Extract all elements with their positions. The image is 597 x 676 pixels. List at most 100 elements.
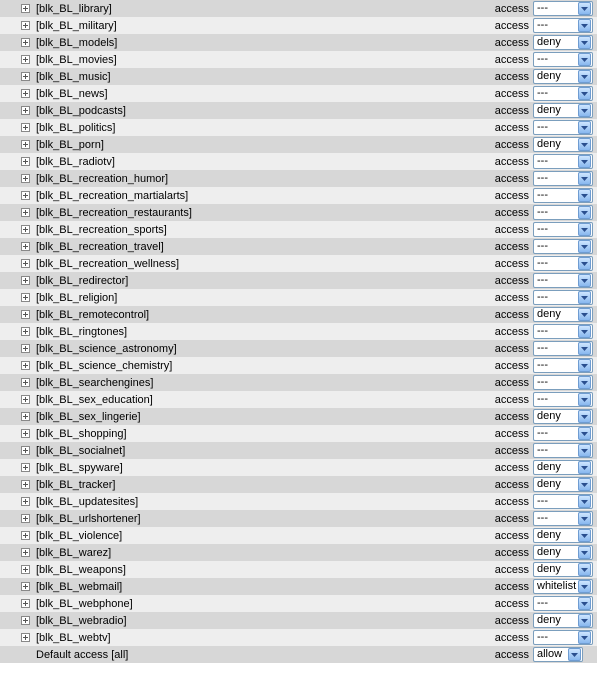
- access-select[interactable]: deny: [533, 528, 593, 543]
- access-label: access: [493, 258, 533, 270]
- plus-icon[interactable]: [21, 4, 30, 13]
- access-select[interactable]: whitelist: [533, 579, 593, 594]
- access-select[interactable]: deny: [533, 307, 593, 322]
- plus-icon[interactable]: [21, 531, 30, 540]
- plus-icon[interactable]: [21, 38, 30, 47]
- select-col: ---: [533, 52, 593, 67]
- access-select[interactable]: deny: [533, 460, 593, 475]
- access-select[interactable]: ---: [533, 18, 593, 33]
- plus-icon[interactable]: [21, 599, 30, 608]
- acl-row: [blk_BL_sex_education]access---: [0, 391, 597, 408]
- access-select[interactable]: ---: [533, 494, 593, 509]
- plus-icon[interactable]: [21, 123, 30, 132]
- plus-icon[interactable]: [21, 310, 30, 319]
- access-select[interactable]: ---: [533, 239, 593, 254]
- plus-icon[interactable]: [21, 140, 30, 149]
- select-col: ---: [533, 630, 593, 645]
- access-select[interactable]: ---: [533, 273, 593, 288]
- access-select[interactable]: ---: [533, 256, 593, 271]
- access-select[interactable]: ---: [533, 171, 593, 186]
- plus-icon[interactable]: [21, 548, 30, 557]
- plus-icon[interactable]: [21, 191, 30, 200]
- expand-col: [2, 531, 34, 540]
- access-label: access: [493, 377, 533, 389]
- plus-icon[interactable]: [21, 395, 30, 404]
- plus-icon[interactable]: [21, 633, 30, 642]
- access-select[interactable]: ---: [533, 511, 593, 526]
- expand-col: [2, 361, 34, 370]
- plus-icon[interactable]: [21, 616, 30, 625]
- access-select[interactable]: ---: [533, 375, 593, 390]
- plus-icon[interactable]: [21, 378, 30, 387]
- plus-icon[interactable]: [21, 327, 30, 336]
- plus-icon[interactable]: [21, 242, 30, 251]
- access-select[interactable]: ---: [533, 392, 593, 407]
- access-select[interactable]: deny: [533, 137, 593, 152]
- plus-icon[interactable]: [21, 293, 30, 302]
- select-col: deny: [533, 528, 593, 543]
- plus-icon[interactable]: [21, 514, 30, 523]
- plus-icon[interactable]: [21, 582, 30, 591]
- plus-icon[interactable]: [21, 276, 30, 285]
- plus-icon[interactable]: [21, 446, 30, 455]
- acl-row: [blk_BL_porn]accessdeny: [0, 136, 597, 153]
- access-select[interactable]: ---: [533, 358, 593, 373]
- select-col: ---: [533, 511, 593, 526]
- access-select[interactable]: allow: [533, 647, 583, 662]
- plus-icon[interactable]: [21, 225, 30, 234]
- plus-icon[interactable]: [21, 259, 30, 268]
- access-select[interactable]: deny: [533, 562, 593, 577]
- plus-icon[interactable]: [21, 463, 30, 472]
- access-select[interactable]: deny: [533, 545, 593, 560]
- plus-icon[interactable]: [21, 480, 30, 489]
- plus-icon[interactable]: [21, 208, 30, 217]
- plus-icon[interactable]: [21, 157, 30, 166]
- plus-icon[interactable]: [21, 21, 30, 30]
- access-select[interactable]: ---: [533, 222, 593, 237]
- access-select[interactable]: ---: [533, 205, 593, 220]
- plus-icon[interactable]: [21, 174, 30, 183]
- access-select[interactable]: ---: [533, 324, 593, 339]
- plus-icon[interactable]: [21, 55, 30, 64]
- access-select[interactable]: ---: [533, 120, 593, 135]
- access-select[interactable]: ---: [533, 188, 593, 203]
- access-select[interactable]: deny: [533, 35, 593, 50]
- access-select[interactable]: deny: [533, 409, 593, 424]
- access-select[interactable]: ---: [533, 154, 593, 169]
- access-select[interactable]: ---: [533, 596, 593, 611]
- plus-icon[interactable]: [21, 89, 30, 98]
- plus-icon[interactable]: [21, 565, 30, 574]
- access-select[interactable]: ---: [533, 341, 593, 356]
- plus-icon[interactable]: [21, 361, 30, 370]
- access-select[interactable]: ---: [533, 86, 593, 101]
- chevron-down-icon: [578, 223, 591, 236]
- acl-row: [blk_BL_recreation_travel]access---: [0, 238, 597, 255]
- acl-name: [blk_BL_movies]: [34, 54, 493, 66]
- acl-row: [blk_BL_warez]accessdeny: [0, 544, 597, 561]
- access-select[interactable]: deny: [533, 69, 593, 84]
- access-select[interactable]: deny: [533, 103, 593, 118]
- plus-icon[interactable]: [21, 412, 30, 421]
- plus-icon[interactable]: [21, 497, 30, 506]
- access-select[interactable]: ---: [533, 290, 593, 305]
- plus-icon[interactable]: [21, 72, 30, 81]
- access-select[interactable]: ---: [533, 1, 593, 16]
- plus-icon[interactable]: [21, 344, 30, 353]
- access-select[interactable]: deny: [533, 613, 593, 628]
- acl-name: [blk_BL_ringtones]: [34, 326, 493, 338]
- access-select[interactable]: ---: [533, 52, 593, 67]
- select-col: deny: [533, 477, 593, 492]
- plus-icon[interactable]: [21, 106, 30, 115]
- acl-row: [blk_BL_webtv]access---: [0, 629, 597, 646]
- access-select[interactable]: ---: [533, 443, 593, 458]
- access-select[interactable]: deny: [533, 477, 593, 492]
- access-select[interactable]: ---: [533, 630, 593, 645]
- access-select[interactable]: ---: [533, 426, 593, 441]
- chevron-down-icon: [578, 308, 591, 321]
- acl-name: [blk_BL_sex_lingerie]: [34, 411, 493, 423]
- select-value: ---: [537, 376, 578, 389]
- plus-icon[interactable]: [21, 429, 30, 438]
- access-label: access: [493, 445, 533, 457]
- expand-col: [2, 38, 34, 47]
- acl-row: [blk_BL_sex_lingerie]accessdeny: [0, 408, 597, 425]
